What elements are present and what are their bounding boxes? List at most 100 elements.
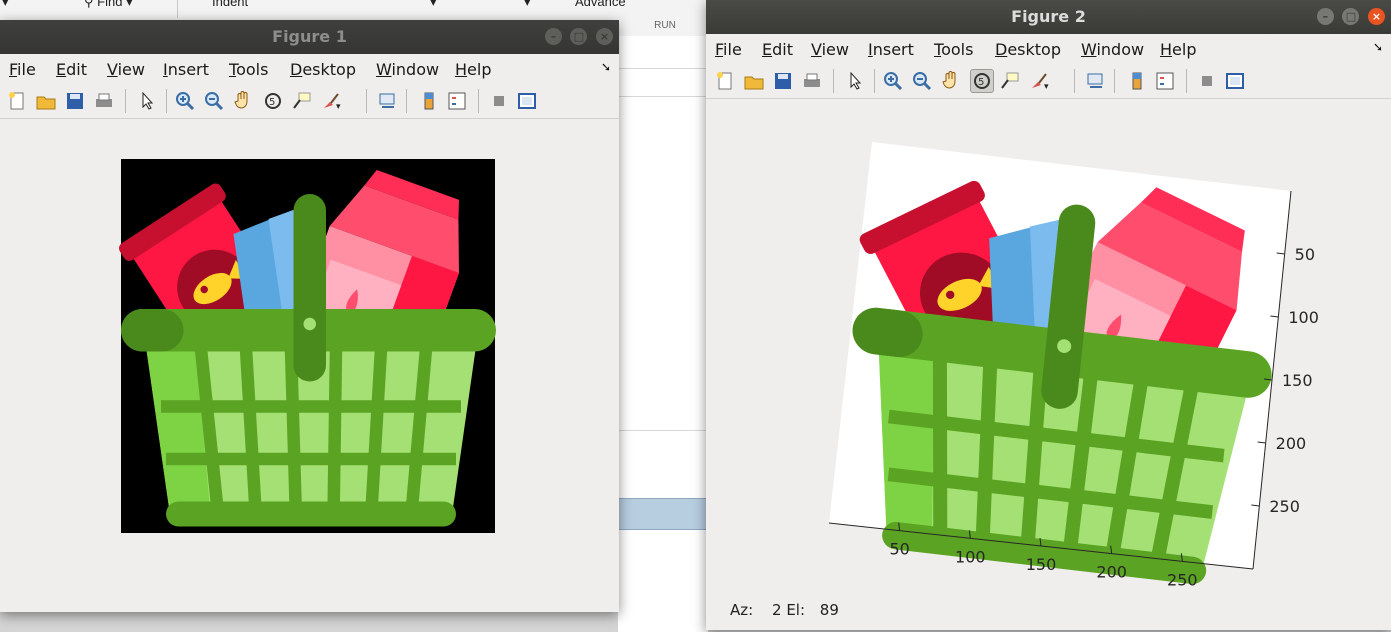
new-figure-button[interactable] — [714, 70, 736, 92]
brush-button[interactable]: ▾ — [1028, 70, 1050, 92]
zoom-out-button[interactable] — [911, 70, 933, 92]
show-plot-tools-button[interactable] — [1224, 70, 1246, 92]
menu-view[interactable]: View — [107, 60, 145, 79]
zoom-in-icon — [176, 92, 195, 111]
toolbar-separator — [406, 89, 407, 113]
toolstrip-arrow-2[interactable]: ▾ — [524, 0, 531, 10]
rotate-3d-button[interactable]: 5 — [970, 69, 994, 93]
pointer-icon — [142, 91, 154, 110]
print-icon — [804, 73, 820, 87]
print-icon — [96, 93, 112, 107]
figure2-titlebar[interactable]: Figure 2 – □ × — [706, 0, 1391, 34]
print-button[interactable] — [801, 70, 823, 92]
y-tick-label: 100 — [1288, 308, 1319, 327]
link-button[interactable] — [377, 90, 399, 112]
zoom-in-icon — [884, 72, 903, 91]
menu-help[interactable]: Help — [455, 60, 491, 79]
link-button[interactable] — [1085, 70, 1107, 92]
legend-button[interactable] — [1154, 70, 1176, 92]
zoom-in-button[interactable] — [174, 90, 196, 112]
rotate-3d-icon: 5 — [974, 73, 990, 89]
menu-desktop[interactable]: Desktop — [290, 60, 356, 79]
menu-file[interactable]: File — [715, 40, 742, 59]
zoom-in-button[interactable] — [882, 70, 904, 92]
pan-button[interactable] — [940, 70, 962, 92]
close-icon: × — [599, 30, 610, 43]
menu-tools[interactable]: Tools — [229, 60, 268, 79]
menu-view[interactable]: View — [811, 40, 849, 59]
show-plot-tools-button[interactable] — [516, 90, 538, 112]
elevation-value: 89 — [819, 601, 839, 619]
pan-button[interactable] — [232, 90, 254, 112]
toolbar-separator — [125, 89, 126, 113]
x-tick-label: 200 — [1096, 563, 1127, 582]
pointer-button[interactable] — [844, 70, 866, 92]
brush-button[interactable]: ▾ — [320, 90, 342, 112]
close-icon: × — [1371, 10, 1382, 23]
svg-text:▾: ▾ — [336, 102, 341, 112]
minimize-button[interactable]: – — [544, 28, 562, 45]
azimuth-value: 2 — [771, 601, 782, 619]
menu-window[interactable]: Window — [1081, 40, 1144, 59]
toolstrip-left-arrow[interactable]: ▾ — [2, 0, 9, 10]
figure1-axes[interactable] — [0, 119, 619, 612]
menu-insert[interactable]: Insert — [868, 40, 914, 59]
toolbar-separator — [366, 89, 367, 113]
y-tick-label: 200 — [1276, 434, 1307, 453]
minimize-button[interactable]: – — [1316, 8, 1334, 25]
menu-edit[interactable]: Edit — [56, 60, 87, 79]
menu-expand-icon[interactable]: ➘ — [601, 60, 611, 74]
print-button[interactable] — [93, 90, 115, 112]
link-icon — [1087, 73, 1103, 88]
window-title: Figure 2 — [1011, 7, 1086, 26]
window-controls: – □ × — [1314, 8, 1385, 26]
colorbar-button[interactable] — [418, 90, 440, 112]
zoom-out-button[interactable] — [203, 90, 225, 112]
menu-file[interactable]: File — [9, 60, 36, 79]
menu-tools[interactable]: Tools — [934, 40, 973, 59]
data-cursor-button[interactable] — [999, 70, 1021, 92]
basket-image — [117, 161, 496, 526]
rotate-3d-button[interactable]: 5 — [262, 90, 284, 112]
svg-text:▾: ▾ — [1044, 82, 1049, 92]
indent-button[interactable]: Indent — [212, 0, 248, 9]
menu-desktop[interactable]: Desktop — [995, 40, 1061, 59]
menu-expand-icon[interactable]: ➘ — [1373, 40, 1383, 54]
save-button[interactable] — [772, 70, 794, 92]
menu-insert[interactable]: Insert — [163, 60, 209, 79]
x-tick-label: 100 — [955, 547, 986, 566]
close-button[interactable]: × — [596, 28, 613, 45]
data-cursor-button[interactable] — [291, 90, 313, 112]
toolbar-separator — [874, 69, 875, 93]
maximize-button[interactable]: □ — [1342, 8, 1360, 25]
colorbar-button[interactable] — [1126, 70, 1148, 92]
legend-button[interactable] — [446, 90, 468, 112]
menu-window[interactable]: Window — [376, 60, 439, 79]
search-icon: ⚲ — [84, 0, 94, 9]
figure2-axes[interactable]: 50 100 150 200 250 50 100 150 200 250 — [706, 99, 1391, 630]
close-button[interactable]: × — [1368, 8, 1385, 25]
data-cursor-icon — [293, 92, 311, 109]
new-figure-button[interactable] — [6, 90, 28, 112]
pointer-icon — [850, 71, 862, 90]
hide-plot-tools-button[interactable] — [488, 90, 510, 112]
rotate-3d-icon: 5 — [265, 93, 281, 109]
advance-button[interactable]: Advance — [575, 0, 626, 9]
pointer-button[interactable] — [136, 90, 158, 112]
figure2-toolbar: 5 ▾ — [706, 64, 1391, 99]
hide-plot-tools-icon — [1202, 76, 1212, 86]
maximize-button[interactable]: □ — [570, 28, 588, 45]
save-button[interactable] — [64, 90, 86, 112]
new-figure-icon — [9, 92, 24, 110]
find-button[interactable]: ⚲ Find ▾ — [84, 0, 133, 10]
menu-edit[interactable]: Edit — [762, 40, 793, 59]
minimize-icon: – — [550, 30, 557, 43]
toolbar-separator — [1114, 69, 1115, 93]
open-button[interactable] — [35, 90, 57, 112]
figure1-titlebar[interactable]: Figure 1 – □ × — [0, 20, 619, 54]
hide-plot-tools-button[interactable] — [1196, 70, 1218, 92]
menu-help[interactable]: Help — [1160, 40, 1196, 59]
toolstrip-arrow-1[interactable]: ▾ — [430, 0, 437, 10]
svg-text:5: 5 — [978, 77, 984, 88]
open-button[interactable] — [743, 70, 765, 92]
